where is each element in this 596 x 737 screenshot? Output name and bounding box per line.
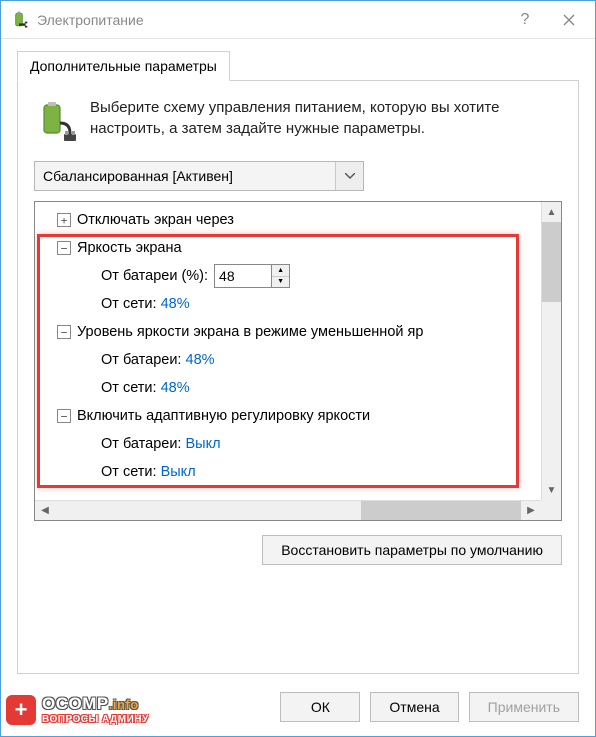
scheme-selected-text: Сбалансированная [Активен] (35, 168, 335, 184)
power-icon (9, 10, 29, 30)
setting-label: От батареи: (101, 352, 181, 368)
brightness-battery-input[interactable] (215, 265, 271, 287)
tree-node-display-off[interactable]: + Отключать экран через (41, 206, 541, 234)
collapse-icon[interactable]: − (57, 409, 71, 423)
expand-icon[interactable]: + (57, 213, 71, 227)
ok-button[interactable]: ОК (280, 692, 360, 722)
restore-row: Восстановить параметры по умолчанию (34, 535, 562, 565)
scroll-thumb[interactable] (542, 222, 561, 302)
spinner-up-icon[interactable]: ▲ (272, 265, 289, 277)
tree-node-brightness[interactable]: − Яркость экрана (41, 234, 541, 262)
restore-defaults-button[interactable]: Восстановить параметры по умолчанию (262, 535, 562, 565)
intro: Выберите схему управления питанием, кото… (34, 97, 562, 143)
setting-value: 48% (161, 380, 190, 396)
scrollbar-corner (541, 500, 561, 520)
setting-label: От сети: (101, 464, 157, 480)
scroll-up-icon[interactable]: ▲ (542, 202, 561, 222)
titlebar: Электропитание ? (1, 1, 595, 39)
tab-advanced[interactable]: Дополнительные параметры (17, 51, 230, 81)
adaptive-battery-row[interactable]: От батареи: Выкл (41, 430, 541, 458)
battery-plug-icon (34, 101, 76, 143)
close-button[interactable] (547, 5, 591, 35)
scroll-down-icon[interactable]: ▼ (542, 480, 561, 500)
node-label: Отключать экран через (77, 212, 234, 228)
scroll-track[interactable] (542, 302, 561, 480)
content: Дополнительные параметры Выберите схему … (1, 39, 595, 682)
node-label: Уровень яркости экрана в режиме уменьшен… (77, 324, 423, 340)
cancel-button[interactable]: Отмена (370, 692, 458, 722)
horizontal-scrollbar[interactable]: ◀ ▶ (35, 500, 541, 520)
intro-text: Выберите схему управления питанием, кото… (90, 97, 562, 143)
node-label: Яркость экрана (77, 240, 182, 256)
dim-battery-row[interactable]: От батареи: 48% (41, 346, 541, 374)
settings-tree: + Отключать экран через − Яркость экрана… (34, 201, 562, 521)
dialog-buttons: ОК Отмена Применить (1, 682, 595, 736)
help-button[interactable]: ? (503, 5, 547, 35)
scheme-dropdown[interactable]: Сбалансированная [Активен] (34, 161, 364, 191)
collapse-icon[interactable]: − (57, 325, 71, 339)
scroll-track[interactable] (55, 501, 361, 520)
window-title: Электропитание (37, 12, 503, 28)
brightness-ac-row[interactable]: От сети: 48% (41, 290, 541, 318)
chevron-down-icon (335, 162, 363, 190)
collapse-icon[interactable]: − (57, 241, 71, 255)
spinner-down-icon[interactable]: ▼ (272, 277, 289, 288)
setting-label: От сети: (101, 380, 157, 396)
tab-body: Выберите схему управления питанием, кото… (17, 80, 579, 674)
tab-strip: Дополнительные параметры (17, 51, 579, 81)
apply-button[interactable]: Применить (469, 692, 579, 722)
brightness-battery-spinner[interactable]: ▲ ▼ (214, 264, 290, 288)
setting-label: От сети: (101, 296, 157, 312)
setting-label: От батареи: (101, 436, 181, 452)
tree-viewport: + Отключать экран через − Яркость экрана… (35, 202, 541, 500)
dim-ac-row[interactable]: От сети: 48% (41, 374, 541, 402)
brightness-battery-row[interactable]: От батареи (%): ▲ ▼ (41, 262, 541, 290)
setting-value: 48% (186, 352, 215, 368)
vertical-scrollbar[interactable]: ▲ ▼ (541, 202, 561, 500)
spinner-buttons[interactable]: ▲ ▼ (271, 265, 289, 287)
tree-node-adaptive[interactable]: − Включить адаптивную регулировку яркост… (41, 402, 541, 430)
tree-node-dim-brightness[interactable]: − Уровень яркости экрана в режиме уменьш… (41, 318, 541, 346)
scroll-thumb[interactable] (361, 501, 521, 520)
scroll-left-icon[interactable]: ◀ (35, 501, 55, 520)
node-label: Включить адаптивную регулировку яркости (77, 408, 370, 424)
power-options-window: Электропитание ? Дополнительные параметр… (0, 0, 596, 737)
setting-value: Выкл (161, 464, 196, 480)
setting-label: От батареи (%): (101, 268, 208, 284)
adaptive-ac-row[interactable]: От сети: Выкл (41, 458, 541, 486)
setting-value: 48% (161, 296, 190, 312)
scroll-right-icon[interactable]: ▶ (521, 501, 541, 520)
setting-value: Выкл (186, 436, 221, 452)
